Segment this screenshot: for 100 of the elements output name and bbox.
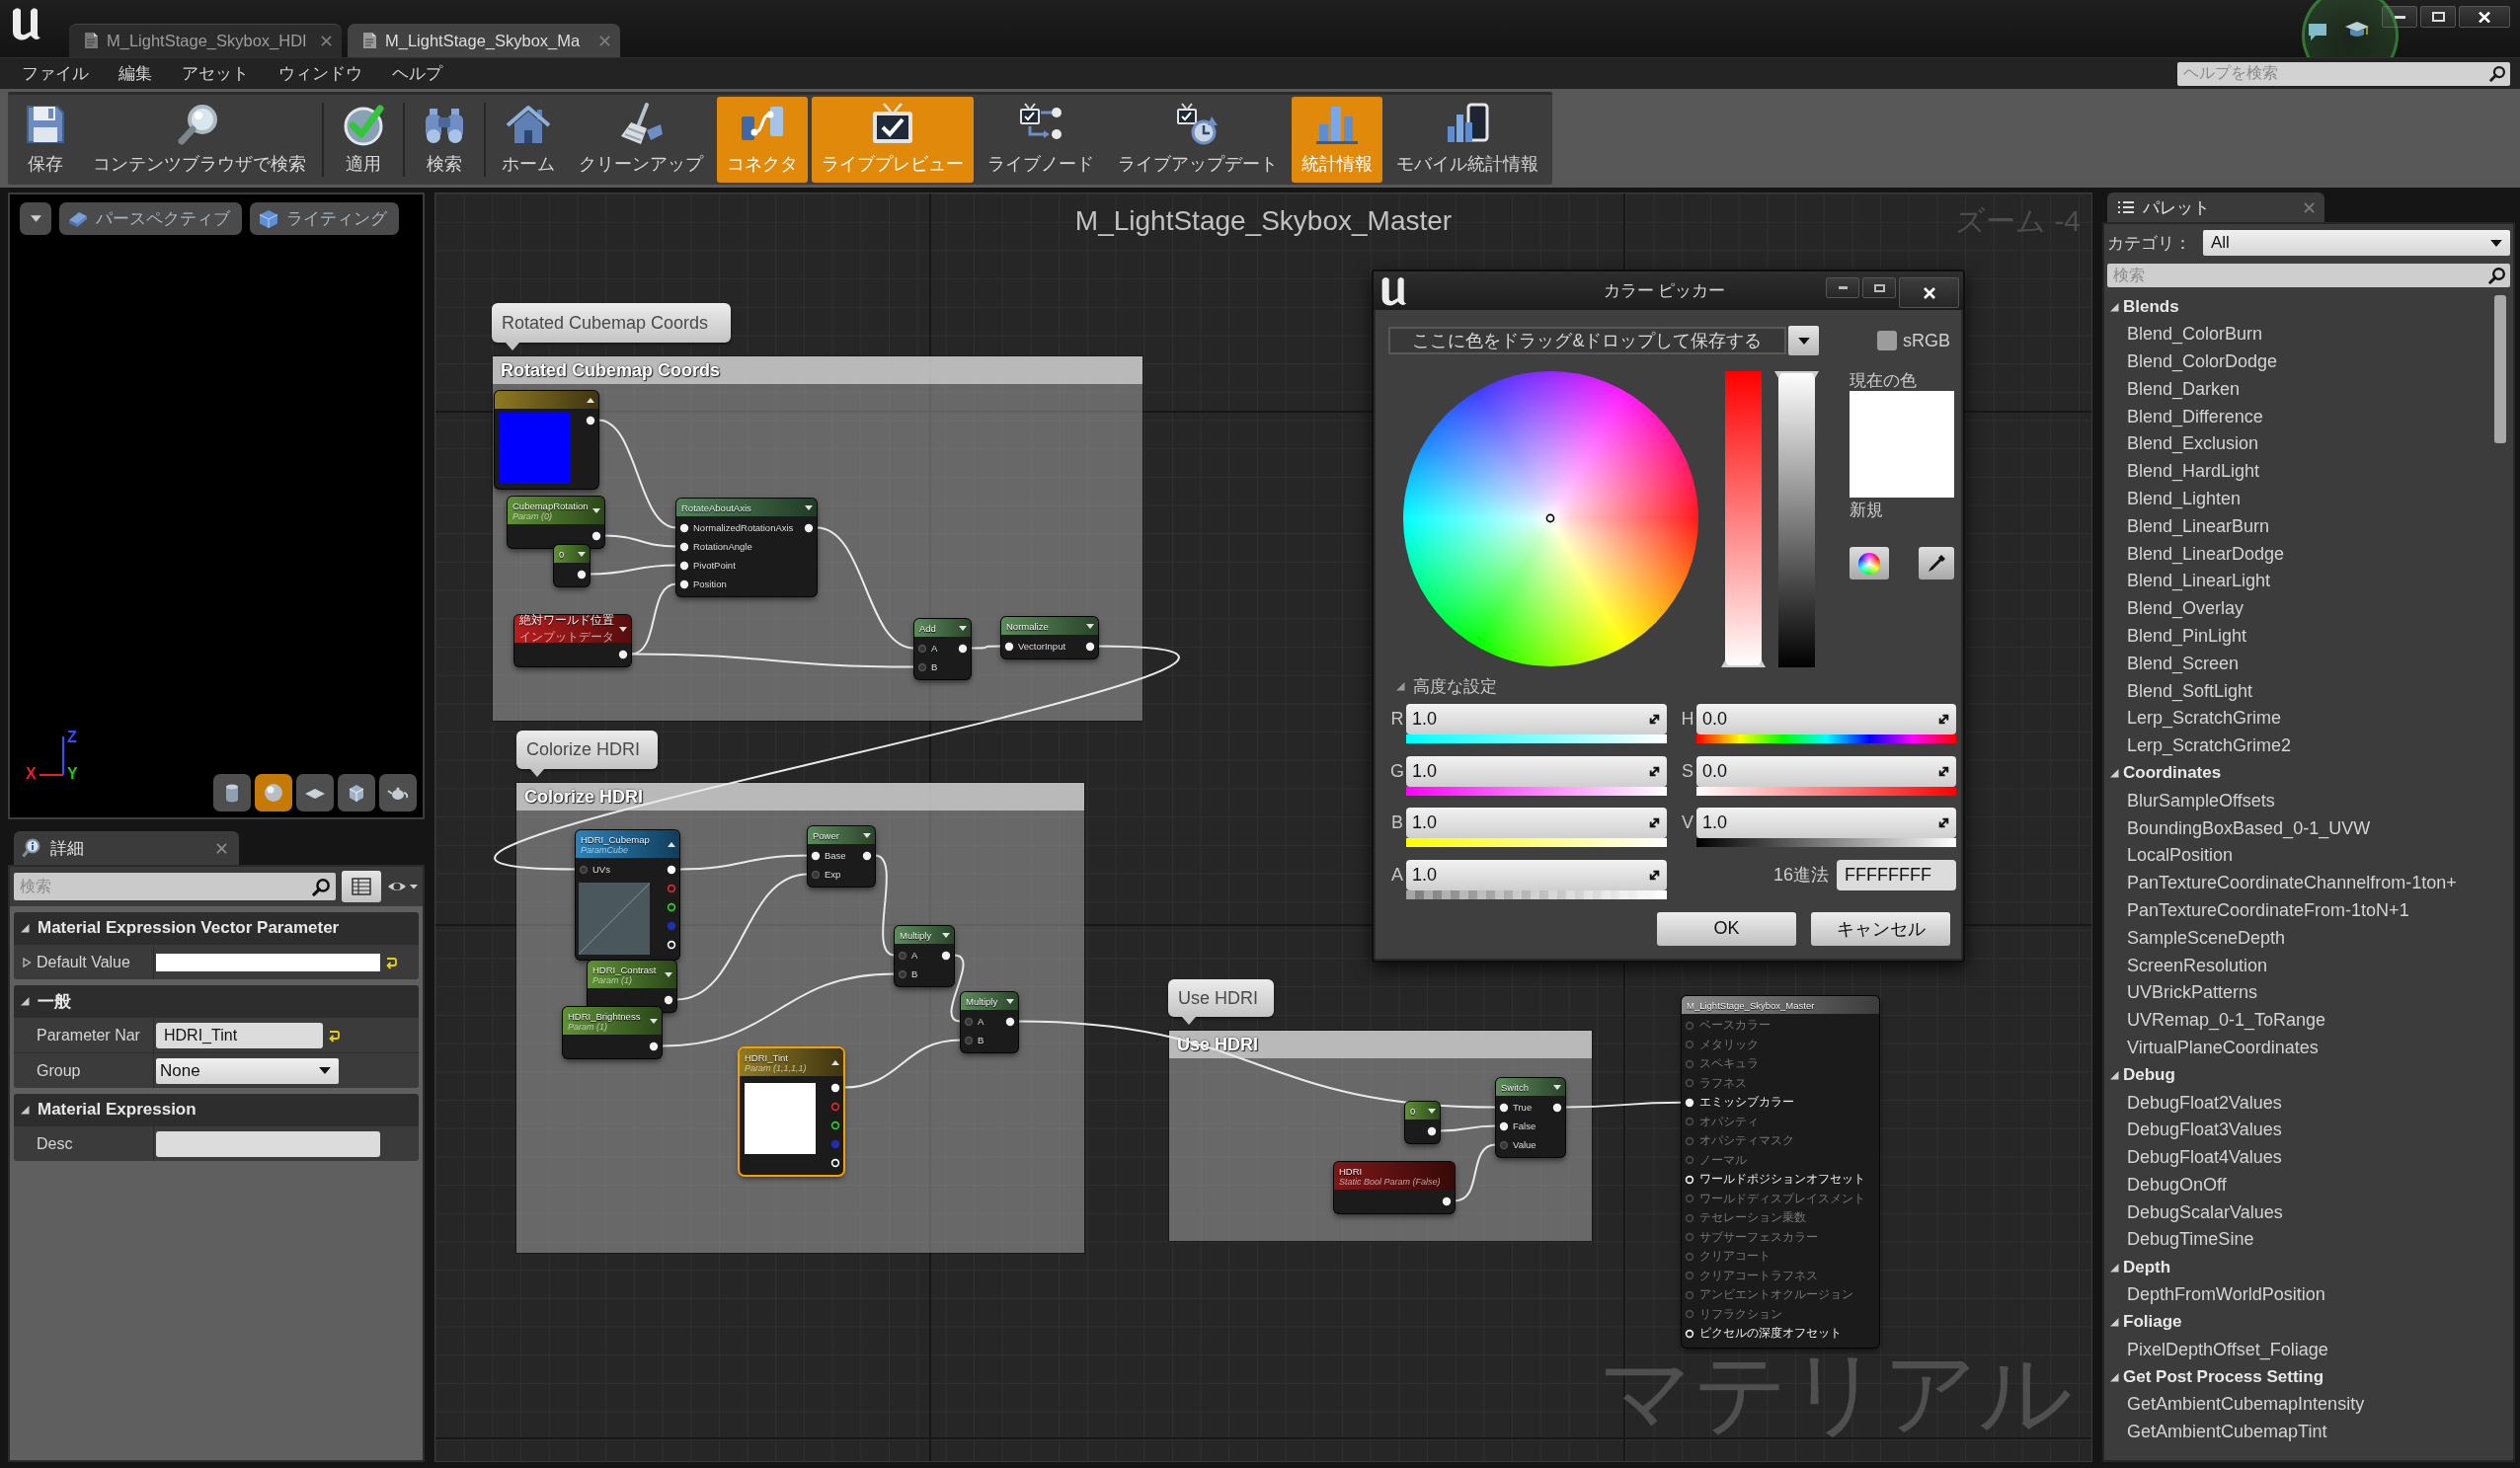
tree-item[interactable]: BoundingBoxBased_0-1_UVW [2127,814,2371,842]
graph-node[interactable]: RotateAboutAxis NormalizedRotationAxis RotationAngle PivotPoint Position [676,499,817,596]
search-icon[interactable] [2488,267,2506,284]
maximize-button[interactable] [1862,277,1896,298]
pin-icon[interactable] [804,522,814,533]
pin-icon[interactable] [679,579,689,589]
expand-arrow-icon[interactable] [20,996,30,1006]
close-button[interactable] [1899,277,1959,308]
pin-icon[interactable] [811,850,821,861]
graph-node[interactable]: 0 [554,545,590,586]
pin-icon[interactable] [862,850,872,861]
tree-item[interactable]: DebugFloat3Values [2127,1116,2282,1144]
channel-field[interactable]: 1.0 [1406,704,1667,734]
tree-item[interactable]: DebugFloat4Values [2127,1143,2282,1172]
preview-shape-button[interactable] [213,774,251,811]
preview-shape-button[interactable] [296,774,334,811]
tree-item[interactable]: DebugOnOff [2127,1171,2227,1199]
advanced-settings-toggle[interactable]: 高度な設定 [1395,676,1950,696]
tree-group[interactable]: Depth [2107,1253,2171,1281]
details-tab[interactable]: 詳細 [14,831,239,865]
dropdown[interactable]: None [156,1057,339,1084]
preview-shape-button[interactable] [379,774,417,811]
pin-icon[interactable] [830,1120,840,1130]
close-icon[interactable] [321,35,332,46]
pin-icon[interactable] [1499,1102,1509,1113]
pin-icon[interactable] [679,541,689,552]
graph-node[interactable]: 0 [1405,1102,1440,1143]
expand-arrow-icon[interactable] [20,1105,30,1115]
tree-item[interactable]: DepthFromWorldPosition [2127,1280,2325,1309]
pin-icon[interactable] [1005,1016,1015,1027]
expand-arrow-icon[interactable] [1395,681,1405,691]
tree-group[interactable]: Get Post Process Setting [2107,1363,2324,1391]
eyedropper-button[interactable] [1919,547,1954,579]
pin-icon[interactable] [577,569,587,579]
selector-ring-icon[interactable] [1545,513,1555,523]
graph-node[interactable]: Normalize VectorInput [1001,617,1098,658]
color-drop-zone[interactable]: ここに色をドラッグ&ドロップして保存する [1388,327,1786,354]
close-icon[interactable] [2304,201,2315,213]
pin-icon[interactable] [586,415,595,425]
graph-node[interactable]: CubemapRotation Param (0) [508,497,604,548]
pin-icon[interactable] [1685,1097,1694,1108]
speech-bubble-icon[interactable] [2307,22,2328,41]
text-field[interactable] [156,1130,380,1157]
graph-node[interactable]: 絶対ワールド位置 インプットデータ [514,615,631,666]
tree-item[interactable]: LocalPosition [2127,841,2234,870]
tree-item[interactable]: Lerp_ScratchGrime2 [2127,732,2292,760]
drag-arrows-icon[interactable] [1648,816,1661,829]
tree-item[interactable]: UVBrickPatterns [2127,978,2258,1007]
tree-item[interactable]: DebugFloat2Values [2127,1089,2282,1117]
tree-item[interactable]: DebugTimeSine [2127,1226,2254,1254]
srgb-checkbox[interactable] [1877,331,1897,350]
close-icon[interactable] [216,842,227,854]
apply-button[interactable]: 適用 [330,97,397,183]
pin-icon[interactable] [958,643,968,654]
section-header[interactable]: Material Expression Vector Parameter [14,912,419,944]
scrollbar-thumb[interactable] [2494,295,2506,443]
slider-thumb[interactable] [1774,371,1819,379]
pin-icon[interactable] [679,522,689,533]
pin-icon[interactable] [667,864,676,875]
tree-item[interactable]: Blend_Darken [2127,375,2241,404]
pin-icon[interactable] [667,901,676,912]
graph-node[interactable]: HDRI_Contrast Param (1) [588,961,676,1012]
tree-group[interactable]: Foliage [2107,1308,2182,1337]
tree-item[interactable]: PanTextureCoordinateChannelfrom-1ton+ [2127,869,2457,897]
tree-group[interactable]: Coordinates [2107,759,2222,788]
graph-node[interactable]: Add A B [914,619,971,679]
minimize-button[interactable] [2382,6,2417,28]
tree-item[interactable]: Blend_HardLight [2127,457,2260,486]
tree-item[interactable]: UVRemap_0-1_ToRange [2127,1006,2326,1035]
graph-node[interactable]: Switch True False Value [1496,1078,1565,1157]
search-button[interactable]: 検索 [411,97,478,183]
section-header[interactable]: Material Expression [14,1094,419,1125]
channel-field[interactable]: 1.0 [1696,808,1956,838]
menu-item[interactable]: ヘルプ [377,62,457,85]
palette-tab[interactable]: パレット [2107,193,2324,222]
expand-arrow-icon[interactable] [22,957,32,967]
search-icon[interactable] [2489,65,2506,82]
tree-item[interactable]: PixelDepthOffset_Foliage [2127,1336,2328,1364]
graduation-cap-icon[interactable] [2344,20,2370,39]
graph-node[interactable]: HDRI_Brightness Param (1) [563,1007,662,1058]
channel-field[interactable]: 0.0 [1696,704,1956,734]
minimize-button[interactable] [1826,277,1859,298]
clean-up-button[interactable]: クリーンアップ [569,97,713,183]
expand-arrow-icon[interactable] [2109,1262,2119,1273]
pin-icon[interactable] [1004,641,1014,652]
drag-arrows-icon[interactable] [1937,816,1950,829]
pin-icon[interactable] [618,649,628,659]
color-wheel-button[interactable] [1850,547,1889,579]
hex-field[interactable]: FFFFFFFF [1837,859,1956,890]
drag-arrows-icon[interactable] [1937,764,1950,778]
menu-item[interactable]: 編集 [104,62,167,85]
menu-item[interactable]: ファイル [7,62,104,85]
tree-item[interactable]: Blend_PinLight [2127,622,2247,651]
tree-item[interactable]: Blend_ColorDodge [2127,348,2278,376]
graph-node[interactable]: HDRI_Cubemap ParamCube UVs [576,830,679,960]
channel-field[interactable]: 1.0 [1406,755,1667,787]
menu-item[interactable]: ウィンドウ [264,62,377,85]
close-button[interactable] [2459,6,2510,28]
tree-item[interactable]: Blend_Difference [2127,403,2263,430]
comment-bubble[interactable]: Rotated Cubemap Coords [492,303,731,350]
